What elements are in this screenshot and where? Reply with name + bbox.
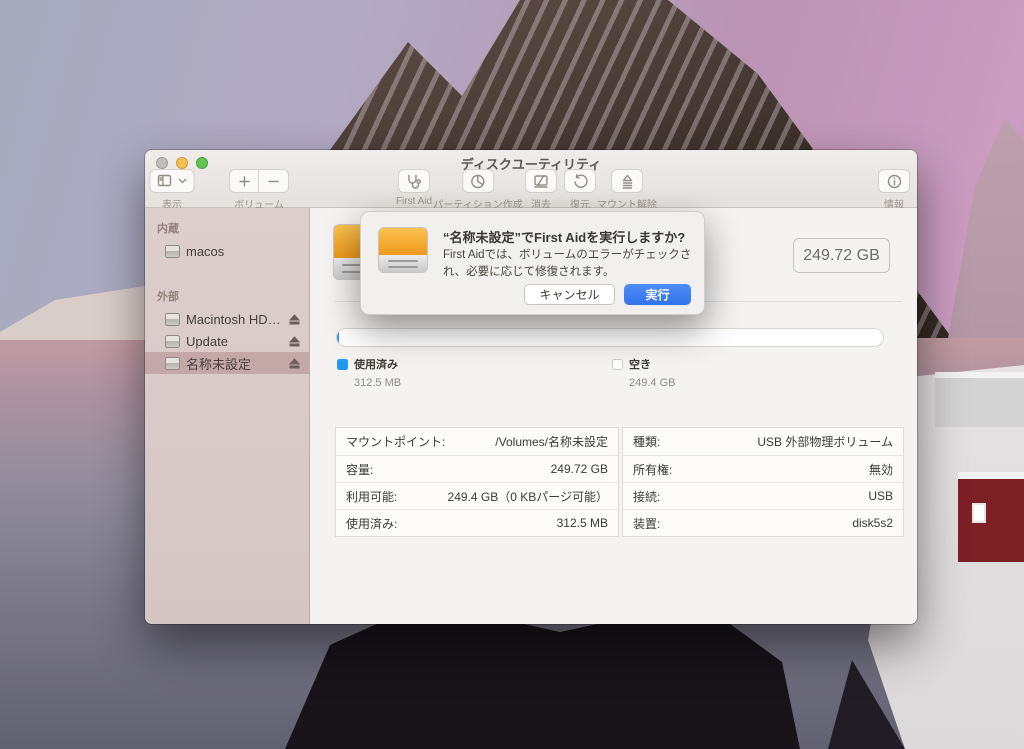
plus-icon — [239, 176, 250, 187]
unmount-tool: マウント解除 — [597, 169, 657, 211]
table-row: 容量: 249.72 GB — [336, 455, 618, 482]
table-row: 装置: disk5s2 — [623, 509, 903, 536]
detail-label: 装置: — [633, 515, 660, 532]
volume-tool: ボリューム — [229, 169, 289, 211]
details-table-left: マウントポイント: /Volumes/名称未設定 容量: 249.72 GB 利… — [335, 427, 619, 537]
details-table-right: 種類: USB 外部物理ボリューム 所有権: 無効 接続: USB 装置: di… — [622, 427, 904, 537]
sidebar-item-untitled[interactable]: 名称未設定 — [145, 352, 309, 374]
partition-tool: パーティション作成 — [433, 169, 522, 211]
detail-value: USB 外部物理ボリューム — [757, 433, 893, 450]
detail-label: マウントポイント: — [346, 433, 445, 450]
eject-button[interactable] — [287, 312, 301, 326]
free-swatch — [612, 359, 623, 370]
detail-value: disk5s2 — [852, 516, 893, 530]
detail-label: 接続: — [633, 488, 660, 505]
unmount-button[interactable] — [611, 169, 643, 193]
erase-tool: 消去 — [525, 169, 557, 211]
view-tool: 表示 — [150, 169, 195, 211]
cancel-button[interactable]: キャンセル — [524, 284, 615, 305]
disk-utility-window: ディスクユーティリティ 表示 — [145, 150, 917, 624]
table-row: マウントポイント: /Volumes/名称未設定 — [336, 428, 618, 455]
detail-label: 種類: — [633, 433, 660, 450]
detail-label: 容量: — [346, 461, 373, 478]
sidebar-icon — [158, 174, 175, 188]
wallpaper-red-cabin — [958, 472, 1024, 562]
detail-value: USB — [868, 489, 893, 503]
detail-value: 249.72 GB — [551, 462, 608, 476]
chevron-down-icon — [179, 178, 187, 184]
first-aid-button[interactable] — [398, 169, 430, 193]
restore-tool: 復元 — [564, 169, 596, 211]
table-row: 接続: USB — [623, 482, 903, 509]
table-row: 使用済み: 312.5 MB — [336, 509, 618, 536]
sidebar-section-external: 外部 — [145, 262, 309, 308]
unmount-eject-icon — [621, 174, 634, 189]
first-aid-tool: First Aid — [396, 169, 432, 207]
detail-label: 所有権: — [633, 461, 672, 478]
stethoscope-icon — [406, 174, 422, 189]
free-value: 249.4 GB — [629, 377, 675, 389]
cabin-window — [972, 503, 986, 523]
usage-bar — [336, 328, 884, 347]
detail-value: 249.4 GB（0 KBパージ可能） — [448, 488, 608, 505]
disk-icon — [165, 245, 180, 258]
restore-button[interactable] — [564, 169, 596, 193]
view-button[interactable] — [150, 169, 195, 193]
eject-button[interactable] — [287, 334, 301, 348]
first-aid-label: First Aid — [396, 196, 432, 207]
erase-button[interactable] — [525, 169, 557, 193]
wallpaper-building — [935, 372, 1024, 427]
disk-icon — [165, 335, 180, 348]
table-row: 所有権: 無効 — [623, 455, 903, 482]
sidebar-item-macintosh-hd-data[interactable]: Macintosh HD - Data — [145, 308, 309, 330]
used-swatch — [337, 359, 348, 370]
table-row: 種類: USB 外部物理ボリューム — [623, 428, 903, 455]
partition-button[interactable] — [462, 169, 494, 193]
detail-value: /Volumes/名称未設定 — [495, 433, 608, 450]
add-volume-button[interactable] — [229, 169, 259, 193]
external-drive-icon — [378, 227, 428, 273]
titlebar[interactable]: ディスクユーティリティ 表示 — [145, 150, 917, 208]
detail-value: 312.5 MB — [557, 516, 608, 530]
legend-used: 使用済み 312.5 MB — [337, 356, 401, 389]
detail-label: 使用済み: — [346, 515, 397, 532]
sidebar-section-internal: 内蔵 — [145, 208, 309, 240]
disk-icon — [165, 357, 180, 370]
dialog-body: First Aidでは、ボリュームのエラーがチェックされ、必要に応じて修復されま… — [443, 247, 695, 282]
run-button[interactable]: 実行 — [624, 284, 691, 305]
info-button[interactable] — [878, 169, 910, 193]
disk-icon — [165, 313, 180, 326]
eraser-icon — [533, 174, 549, 188]
restore-arrow-icon — [573, 174, 588, 189]
first-aid-dialog: “名称未設定”でFirst Aidを実行しますか? First Aidでは、ボリ… — [360, 211, 705, 315]
dialog-title: “名称未設定”でFirst Aidを実行しますか? — [443, 227, 693, 246]
detail-label: 利用可能: — [346, 488, 397, 505]
sidebar-item-macos[interactable]: macos — [145, 240, 309, 262]
sidebar: 内蔵 macos 外部 Macintosh HD - Data Update — [145, 208, 310, 624]
usage-bar-used — [337, 329, 339, 346]
info-tool: 情報 — [878, 169, 910, 211]
legend-free: 空き 249.4 GB — [612, 356, 675, 389]
detail-value: 無効 — [869, 461, 893, 478]
info-icon — [887, 174, 902, 189]
partition-icon — [471, 174, 486, 189]
eject-button[interactable] — [287, 356, 301, 370]
used-value: 312.5 MB — [354, 377, 401, 389]
table-row: 利用可能: 249.4 GB（0 KBパージ可能） — [336, 482, 618, 509]
remove-volume-button[interactable] — [259, 169, 289, 193]
minus-icon — [268, 176, 279, 187]
capacity-badge: 249.72 GB — [793, 238, 890, 273]
sidebar-item-update[interactable]: Update — [145, 330, 309, 352]
